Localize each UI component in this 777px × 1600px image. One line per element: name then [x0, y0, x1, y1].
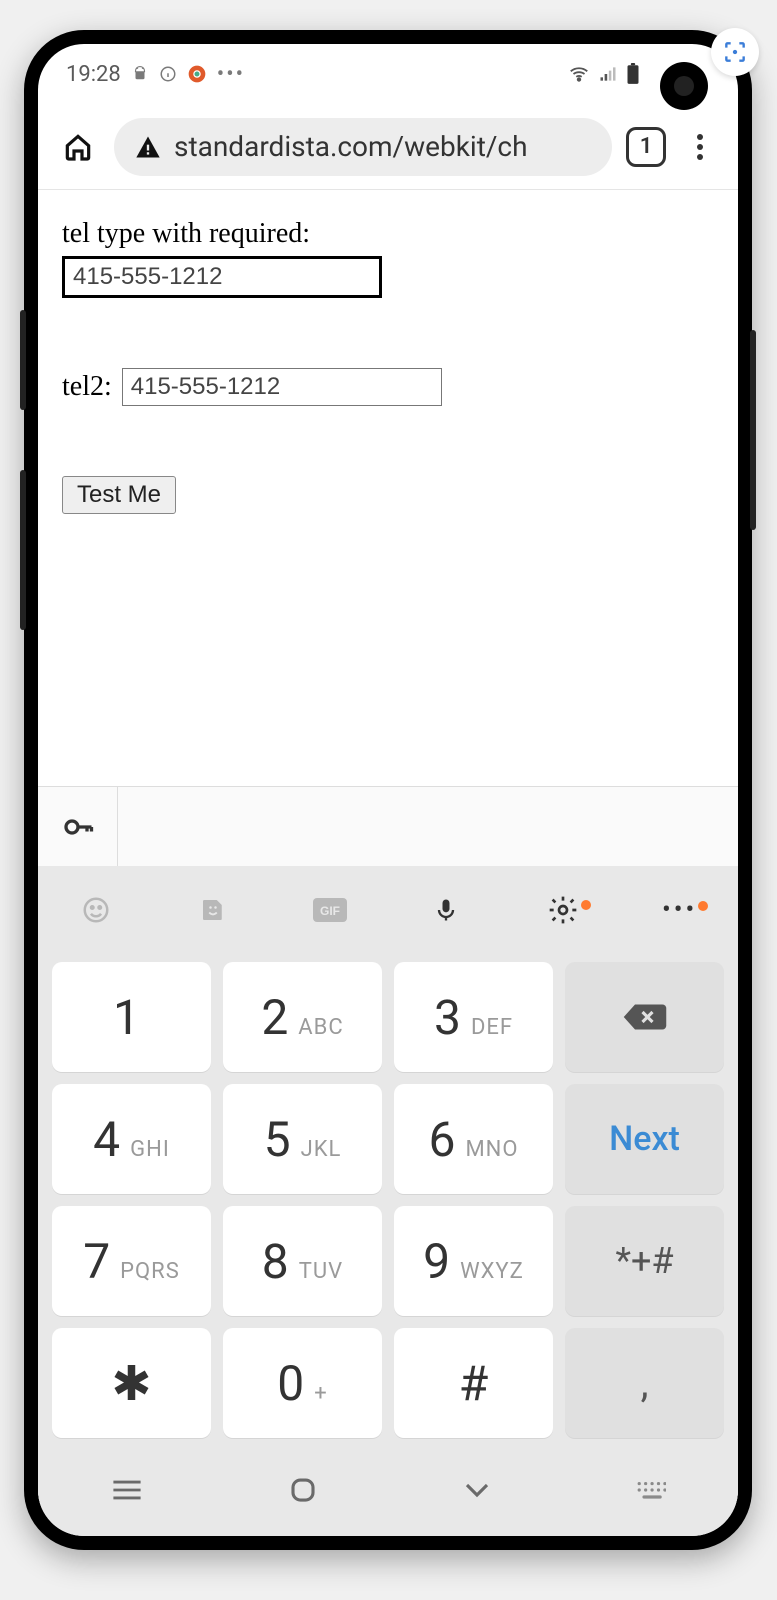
nav-back-button[interactable]	[462, 1479, 492, 1505]
not-secure-icon	[134, 133, 162, 161]
wifi-icon	[568, 63, 590, 85]
phone-screen: 19:28 •••	[38, 44, 738, 1536]
keyboard-toolbar: GIF •••	[38, 866, 738, 954]
key-star[interactable]: ✱	[52, 1328, 211, 1438]
svg-text:GIF: GIF	[320, 904, 340, 918]
volume-down-button	[20, 470, 26, 630]
key-symbols[interactable]: *+#	[565, 1206, 724, 1316]
browser-toolbar: standardista.com/webkit/ch 1	[38, 104, 738, 190]
key-comma[interactable]: ,	[565, 1328, 724, 1438]
keyboard-more-icon[interactable]: •••	[650, 895, 710, 925]
more-notifications-icon: •••	[217, 62, 245, 87]
key-next[interactable]: Next	[565, 1084, 724, 1194]
status-time: 19:28	[66, 62, 121, 87]
test-me-button[interactable]: Test Me	[62, 476, 176, 514]
key-hash[interactable]: #	[394, 1328, 553, 1438]
key-8[interactable]: 8TUV	[223, 1206, 382, 1316]
browser-menu-button[interactable]	[680, 132, 720, 162]
emoji-icon[interactable]	[66, 895, 126, 925]
front-camera	[660, 62, 708, 110]
chrome-icon	[187, 64, 207, 84]
settings-badge-dot	[581, 900, 591, 910]
gif-icon[interactable]: GIF	[300, 897, 360, 923]
tel1-label: tel type with required:	[62, 218, 714, 250]
key-7[interactable]: 7PQRS	[52, 1206, 211, 1316]
browser-home-button[interactable]	[56, 125, 100, 169]
nav-home-button[interactable]	[288, 1475, 318, 1509]
tel1-input[interactable]	[62, 256, 382, 298]
tel2-input[interactable]	[122, 368, 442, 406]
power-button	[750, 330, 756, 530]
nav-recents-button[interactable]	[110, 1477, 144, 1507]
keyboard-suggestion-bar	[38, 786, 738, 866]
volume-up-button	[20, 310, 26, 410]
mic-icon[interactable]	[416, 893, 476, 927]
signal-icon	[598, 64, 618, 84]
url-text: standardista.com/webkit/ch	[174, 130, 528, 163]
key-6[interactable]: 6MNO	[394, 1084, 553, 1194]
status-bar: 19:28 •••	[38, 44, 738, 104]
key-0[interactable]: 0+	[223, 1328, 382, 1438]
system-nav-bar	[38, 1452, 738, 1532]
nav-keyboard-switch-button[interactable]	[636, 1479, 666, 1505]
key-5[interactable]: 5JKL	[223, 1084, 382, 1194]
info-icon	[159, 65, 177, 83]
sticker-icon[interactable]	[183, 895, 243, 925]
soft-keyboard: GIF ••• 1 2ABC 3DEF	[38, 866, 738, 1536]
key-1[interactable]: 1	[52, 962, 211, 1072]
key-4[interactable]: 4GHI	[52, 1084, 211, 1194]
web-page-content: tel type with required: tel2: Test Me	[38, 190, 738, 786]
key-9[interactable]: 9WXYZ	[394, 1206, 553, 1316]
screenshot-scan-button[interactable]	[711, 28, 759, 76]
tab-count-value: 1	[640, 134, 653, 159]
battery-icon	[626, 63, 640, 85]
tel2-label: tel2:	[62, 371, 112, 403]
phone-frame: 19:28 •••	[24, 30, 752, 1550]
url-bar[interactable]: standardista.com/webkit/ch	[114, 118, 612, 176]
key-2[interactable]: 2ABC	[223, 962, 382, 1072]
key-3[interactable]: 3DEF	[394, 962, 553, 1072]
tab-switcher-button[interactable]: 1	[626, 127, 666, 167]
keyboard-settings-icon[interactable]	[533, 894, 593, 926]
key-backspace[interactable]	[565, 962, 724, 1072]
numeric-keypad: 1 2ABC 3DEF 4GHI 5JKL 6MNO Next 7PQRS 8T…	[38, 954, 738, 1452]
more-badge-dot	[698, 901, 708, 911]
android-icon	[131, 65, 149, 83]
password-key-icon[interactable]	[38, 787, 118, 866]
